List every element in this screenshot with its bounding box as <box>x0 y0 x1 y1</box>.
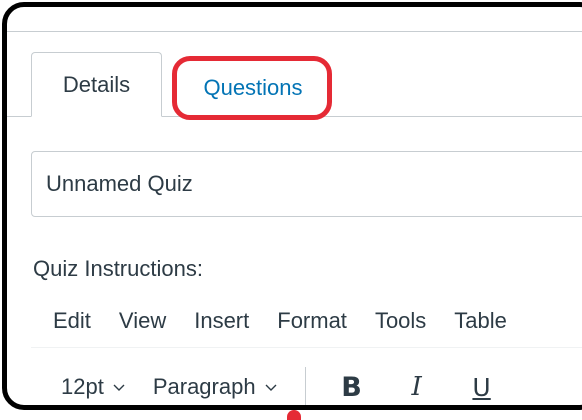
chevron-down-icon <box>113 384 125 391</box>
menu-format[interactable]: Format <box>263 304 361 338</box>
font-size-select[interactable]: 12pt <box>61 374 126 400</box>
underline-button[interactable]: U <box>460 365 504 405</box>
quiz-title-value: Unnamed Quiz <box>46 171 193 196</box>
tab-questions-label: Questions <box>203 75 303 100</box>
block-format-select[interactable]: Paragraph <box>153 374 278 400</box>
pointer-marker <box>287 410 301 420</box>
tab-details-label: Details <box>62 71 131 97</box>
italic-icon: I <box>411 372 422 402</box>
italic-button[interactable]: I <box>395 365 439 405</box>
menu-tools[interactable]: Tools <box>361 304 440 338</box>
font-size-value: 12pt <box>61 374 104 399</box>
bold-icon: B <box>341 371 362 403</box>
quiz-title-input[interactable]: Unnamed Quiz <box>31 151 582 217</box>
header-divider <box>7 31 582 32</box>
menu-insert[interactable]: Insert <box>180 304 263 338</box>
screenshot-frame: Details Questions Unnamed Quiz Quiz Inst… <box>2 2 582 410</box>
tab-details[interactable]: Details <box>31 52 162 117</box>
menu-table[interactable]: Table <box>440 304 521 338</box>
bold-button[interactable]: B <box>330 365 374 405</box>
tab-questions[interactable]: Questions <box>175 59 331 117</box>
underline-icon: U <box>472 372 491 402</box>
block-format-value: Paragraph <box>152 374 256 399</box>
menu-edit[interactable]: Edit <box>33 304 105 338</box>
editor-menubar: Edit View Insert Format Tools Table <box>33 304 521 338</box>
toolbar-separator <box>304 367 306 405</box>
editor-toolbar: 12pt Paragraph B I U <box>33 364 525 405</box>
chevron-down-icon <box>265 384 277 391</box>
menu-view[interactable]: View <box>105 304 180 338</box>
quiz-instructions-label: Quiz Instructions: <box>33 256 203 281</box>
menubar-divider <box>31 347 582 348</box>
